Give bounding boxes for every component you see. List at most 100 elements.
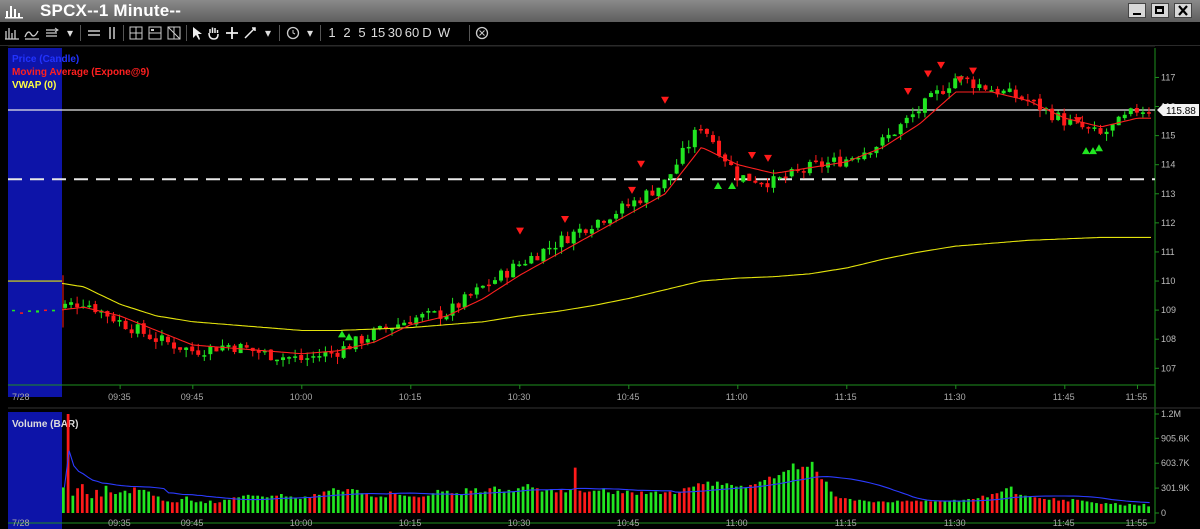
chart-type-icon[interactable]	[4, 25, 20, 41]
candle-body	[577, 228, 582, 233]
volume-bar	[578, 490, 582, 513]
close-button[interactable]	[1174, 3, 1192, 18]
candle-body	[644, 190, 649, 203]
volume-bar	[649, 492, 653, 513]
volume-bar	[474, 488, 478, 513]
price-y-tick-label: 115	[1161, 131, 1175, 141]
chart-toolbar: ▾ ▾ ▾ 1 2 5 15 30 60 D W	[0, 22, 1200, 46]
volume-bar	[962, 499, 966, 513]
time-x-tick-label: 09:45	[181, 392, 204, 402]
volume-bar	[569, 489, 572, 513]
minimize-button[interactable]	[1128, 3, 1146, 18]
cursor-pointer-icon[interactable]	[190, 25, 204, 41]
refresh-clock-icon[interactable]	[285, 25, 301, 41]
volume-bar	[905, 500, 909, 513]
candle-body	[735, 166, 740, 181]
volume-time-x-tick-label: 11:30	[944, 518, 966, 528]
volume-bar	[317, 494, 321, 513]
volume-bar	[379, 496, 383, 513]
interval-button-5[interactable]: 5	[356, 25, 368, 41]
crosshair-grid-icon[interactable]	[166, 25, 182, 41]
volume-bar	[526, 484, 530, 513]
candle-body	[184, 347, 189, 350]
interval-button-W[interactable]: W	[436, 25, 452, 41]
volume-bar	[616, 490, 620, 513]
volume-bar	[659, 494, 662, 513]
time-x-tick-label: 10:45	[617, 392, 640, 402]
volume-bar	[990, 494, 994, 513]
interval-button-2[interactable]: 2	[341, 25, 353, 41]
volume-bar	[389, 491, 392, 513]
buy-signal-marker	[714, 182, 722, 190]
volume-bar	[479, 492, 482, 513]
volume-bar	[232, 497, 236, 513]
volume-bar	[280, 494, 283, 513]
candle-body	[892, 134, 897, 137]
volume-bar	[227, 499, 231, 513]
volume-bar	[915, 500, 918, 513]
candle-body	[674, 164, 679, 174]
candle-body	[1140, 112, 1145, 114]
chart-app-icon	[5, 6, 23, 19]
candle-body	[1050, 108, 1055, 121]
interval-button-60[interactable]: 60	[404, 25, 420, 41]
buy-signal-marker	[1082, 147, 1090, 155]
candle-body	[1031, 99, 1036, 102]
volume-bar	[630, 492, 634, 513]
candle-body	[1104, 131, 1109, 135]
volume-bar	[806, 466, 809, 513]
layout-icon[interactable]	[147, 25, 163, 41]
candle-body	[1056, 112, 1061, 120]
candle-body	[1122, 114, 1127, 119]
chevron-down-icon[interactable]: ▾	[262, 25, 274, 41]
volume-bar	[1005, 488, 1008, 513]
candle-body	[305, 358, 310, 360]
volume-bar	[483, 491, 487, 513]
chevron-down-icon[interactable]: ▾	[64, 25, 76, 41]
volume-bar	[673, 494, 677, 513]
indicator-icon[interactable]	[24, 25, 40, 41]
candle-body	[922, 98, 927, 113]
candle-body	[541, 248, 546, 262]
candle-body	[753, 180, 758, 183]
volume-bar	[294, 498, 297, 513]
volume-bar	[554, 492, 558, 513]
cancel-circle-icon[interactable]	[474, 25, 490, 41]
interval-button-D[interactable]: D	[420, 25, 434, 41]
volume-bar	[858, 499, 861, 513]
drawing-tools-icon[interactable]	[44, 25, 60, 41]
chevron-down-icon[interactable]: ▾	[304, 25, 316, 41]
volume-bar	[1104, 503, 1108, 513]
vertical-line-tool-icon[interactable]	[105, 25, 119, 41]
candle-body	[692, 129, 697, 148]
chart-area[interactable]: 1171161151141131121111101091081077/287/2…	[0, 45, 1200, 529]
volume-bar	[1118, 504, 1122, 513]
candle-body	[801, 171, 806, 173]
volume-bar	[1043, 498, 1046, 513]
premarket-candle	[52, 309, 55, 312]
volume-bar	[393, 493, 397, 513]
hand-pan-icon[interactable]	[207, 25, 221, 41]
candle-body	[281, 357, 286, 361]
volume-bar	[564, 492, 568, 513]
candle-body	[1062, 113, 1067, 126]
candle-body	[499, 270, 504, 281]
candle-body	[462, 294, 467, 308]
interval-button-30[interactable]: 30	[386, 25, 404, 41]
interval-button-1[interactable]: 1	[326, 25, 338, 41]
grid-icon[interactable]	[128, 25, 144, 41]
volume-bar	[417, 497, 421, 513]
interval-button-15[interactable]: 15	[370, 25, 386, 41]
candle-body	[771, 176, 776, 188]
sell-signal-marker	[904, 87, 912, 95]
volume-bar	[1142, 503, 1146, 513]
trendline-tool-icon[interactable]	[243, 25, 257, 41]
candle-body	[553, 247, 558, 250]
maximize-button[interactable]	[1151, 3, 1169, 18]
crosshair-icon[interactable]	[225, 25, 239, 41]
time-x-tick-label: 10:30	[508, 392, 531, 402]
volume-bar	[346, 489, 350, 513]
volume-bar	[1090, 502, 1094, 513]
volume-bar	[938, 500, 942, 513]
horizontal-line-tool-icon[interactable]	[86, 25, 102, 41]
